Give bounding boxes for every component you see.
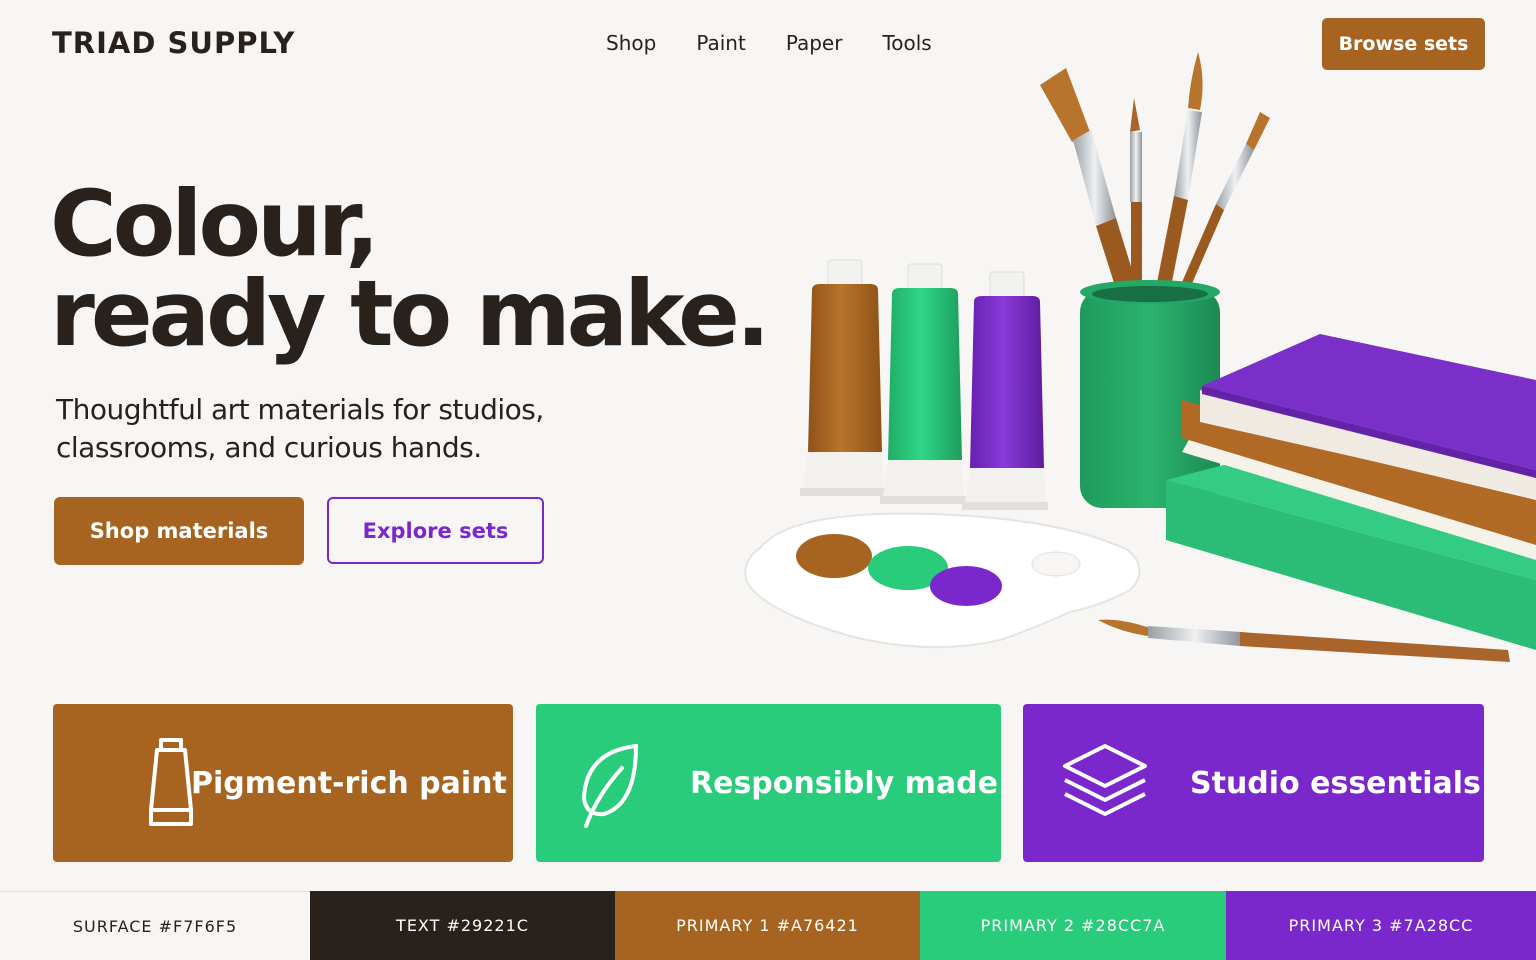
swatch-label-primary-1: PRIMARY 1 #A76421: [676, 916, 859, 935]
nav-item-shop[interactable]: Shop: [606, 31, 656, 55]
feature-title-responsible: Responsibly made: [690, 765, 998, 801]
shop-materials-button[interactable]: Shop materials: [54, 497, 304, 565]
swatch-label-surface: SURFACE #F7F6F5: [72, 916, 238, 936]
mixing-palette: [744, 512, 1141, 649]
brush-wide: [1040, 68, 1142, 308]
feature-title-paint: Pigment-rich paint: [191, 765, 507, 801]
feature-title-studio: Studio essentials: [1190, 765, 1481, 801]
feature-card-paint[interactable]: Pigment-rich paint: [53, 704, 513, 862]
swatch-surface: SURFACE #F7F6F5: [0, 891, 310, 960]
paint-tube-purple: [962, 271, 1048, 510]
explore-sets-button[interactable]: Explore sets: [327, 497, 544, 564]
swatch-text: TEXT #29221C: [310, 891, 615, 960]
swatch-primary-1: PRIMARY 1 #A76421: [615, 891, 920, 960]
hero-illustration: [744, 52, 1536, 662]
swatch-label-primary-2: PRIMARY 2 #28CC7A: [980, 916, 1166, 935]
brush-thin-1: [1130, 98, 1142, 302]
brush-loose: [1098, 619, 1510, 662]
paint-tube-green: [880, 263, 966, 504]
feature-card-responsible[interactable]: Responsibly made: [536, 704, 1001, 862]
swatch-label-text: TEXT #29221C: [396, 916, 529, 935]
swatch-primary-3: PRIMARY 3 #7A28CC: [1226, 891, 1536, 960]
hero-headline-line-2: ready to make.: [50, 262, 770, 367]
color-palette-strip: SURFACE #F7F6F5 TEXT #29221C PRIMARY 1 #…: [0, 891, 1536, 960]
hero-headline: Colour, ready to make.: [50, 172, 770, 367]
swatch-primary-2: PRIMARY 2 #28CC7A: [920, 891, 1226, 960]
paint-tube-icon: [149, 738, 193, 826]
paint-tube-brown: [800, 259, 886, 496]
sketchbook-stack: [1166, 334, 1536, 650]
layers-icon: [1063, 744, 1147, 816]
brand-logo[interactable]: TRIAD SUPPLY: [52, 26, 295, 60]
leaf-icon: [581, 743, 639, 828]
swatch-label-primary-3: PRIMARY 3 #7A28CC: [1288, 916, 1474, 935]
feature-card-studio[interactable]: Studio essentials: [1023, 704, 1484, 862]
hero-headline-line-1: Colour,: [50, 172, 380, 277]
hero-subtitle: Thoughtful art materials for studios, cl…: [56, 393, 544, 464]
